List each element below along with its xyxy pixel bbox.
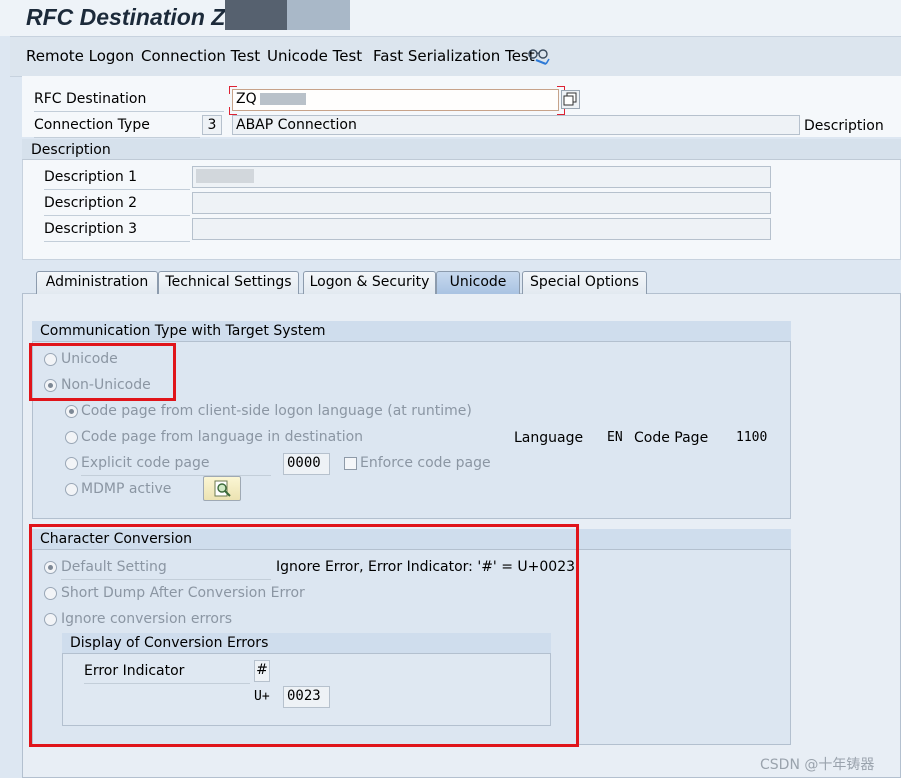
codepage-client-label: Code page from client-side logon languag… [81,403,472,419]
enforce-codepage-label: Enforce code page [360,455,491,471]
magnifier-icon [214,480,231,497]
window-title: RFC Destination Z [26,4,226,30]
connection-type-code[interactable]: 3 [202,115,222,135]
codepage-language-label: Code page from language in destination [81,429,364,445]
mdmp-radio[interactable] [65,483,78,496]
tab-technical-settings[interactable]: Technical Settings [158,271,299,294]
communication-type-group-title: Communication Type with Target System [32,321,791,342]
copy-icon[interactable] [561,90,580,109]
codepage-language-radio[interactable] [65,431,78,444]
enforce-codepage-checkbox[interactable] [344,457,357,470]
code-page-value: 1100 [736,430,768,445]
description-3-label: Description 3 [44,221,190,242]
tab-logon-security[interactable]: Logon & Security [303,271,436,294]
description-2-label: Description 2 [44,195,190,216]
tab-administration[interactable]: Administration [36,271,158,294]
redaction-block [225,0,287,30]
codepage-client-radio[interactable] [65,405,78,418]
focus-corner [229,86,237,94]
highlight-box-conversion [29,524,579,747]
mdmp-details-button[interactable] [203,476,241,501]
language-value: EN [607,430,623,445]
highlight-box-communication [29,343,176,401]
description-link[interactable]: Description [804,118,884,134]
mdmp-label: MDMP active [81,481,172,497]
tab-unicode[interactable]: Unicode [436,271,520,294]
explicit-codepage-field[interactable]: 0000 [283,453,330,475]
explicit-codepage-radio[interactable] [65,457,78,470]
connection-test-button[interactable]: Connection Test [141,47,260,65]
remote-logon-button[interactable]: Remote Logon [26,47,134,65]
redaction-block [287,0,350,30]
glasses-icon[interactable] [527,46,551,66]
unicode-test-button[interactable]: Unicode Test [267,47,362,65]
connection-type-label: Connection Type [34,117,200,138]
description-2-field[interactable] [192,192,771,214]
description-group-title: Description [31,142,111,158]
tab-special-options[interactable]: Special Options [522,271,647,294]
code-page-label: Code Page [634,430,709,446]
description-group-header [22,139,901,160]
rfc-destination-field[interactable]: ZQ [232,89,559,111]
description-1-field[interactable] [192,166,771,188]
fast-serialization-test-button[interactable]: Fast Serialization Test [373,47,535,65]
explicit-codepage-label: Explicit code page [81,455,271,476]
description-3-field[interactable] [192,218,771,240]
connection-type-text: ABAP Connection [232,115,800,135]
watermark: CSDN @十年铸器 [760,757,875,773]
description-1-label: Description 1 [44,169,190,190]
focus-corner [229,107,237,115]
rfc-destination-label: RFC Destination [34,91,224,112]
language-label: Language [514,430,584,446]
